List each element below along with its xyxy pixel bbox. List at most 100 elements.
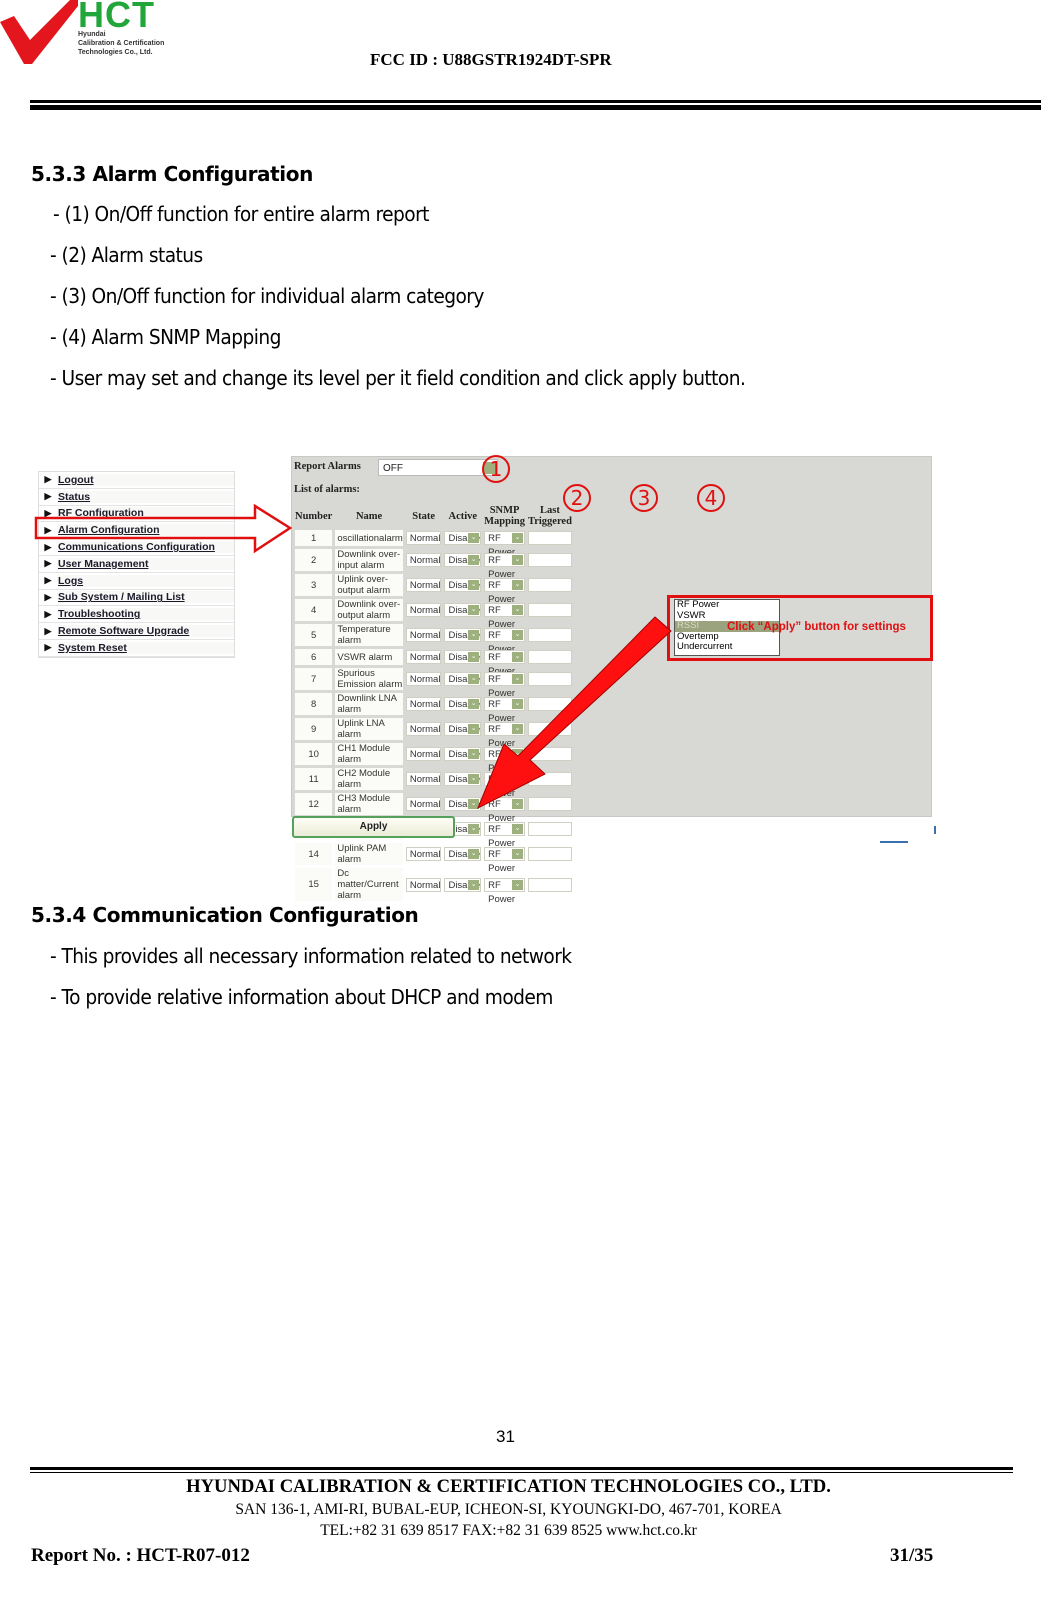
alarm-snmp-select[interactable]: RF Power⌄ xyxy=(484,797,525,824)
alarm-last-triggered-field xyxy=(527,553,572,567)
alarm-snmp-select[interactable]: RF Power⌄ xyxy=(484,877,525,905)
callout-text: Click “Apply” button for settings xyxy=(727,621,906,633)
page-number: 31 xyxy=(496,1427,515,1446)
nav-item-user-management[interactable]: ▶ User Management xyxy=(39,556,234,573)
alarm-number: 1 xyxy=(295,530,333,546)
report-number: Report No. : HCT-R07-012 xyxy=(31,1545,250,1566)
nav-item-status[interactable]: ▶ Status xyxy=(39,489,234,506)
chevron-down-icon: ⌄ xyxy=(511,605,523,615)
chevron-down-icon: ⌄ xyxy=(468,799,480,809)
alarm-active-select[interactable]: Disable ⌄ xyxy=(444,772,482,786)
chevron-down-icon: ⌄ xyxy=(511,724,523,734)
alarm-active-select[interactable]: Disable ⌄ xyxy=(444,672,482,686)
nav-item-communications-configuration[interactable]: ▶ Communications Configuration xyxy=(39,539,234,556)
alarm-snmp-select[interactable]: RF Power⌄ xyxy=(484,553,525,580)
corner-mark xyxy=(880,826,936,843)
nav-item-sub-system[interactable]: ▶ Sub System / Mailing List xyxy=(39,590,234,607)
col-last-triggered: Last Triggered xyxy=(527,505,572,527)
alarm-last-triggered-field xyxy=(527,797,572,811)
table-row: 3 Uplink over-output alarm Normal Disable ⌄ R… xyxy=(295,574,572,605)
alarm-name: CH1 Module alarm xyxy=(335,743,403,765)
alarm-name: Downlink over-output alarm xyxy=(335,599,403,621)
alarm-snmp-select[interactable]: RF Power⌄ xyxy=(484,772,525,799)
alarm-number: 10 xyxy=(295,743,333,765)
alarm-state-field: Normal xyxy=(405,747,442,761)
alarm-name: Dc matter/Current alarm xyxy=(335,868,403,901)
alarm-name: VSWR alarm xyxy=(335,649,403,665)
alarm-name: Uplink PAM alarm xyxy=(335,843,403,865)
alarm-state-field: Normal xyxy=(405,722,442,736)
section-533-item: - (2) Alarm status xyxy=(50,243,203,267)
alarm-snmp-select[interactable]: RF Power⌄ xyxy=(484,603,525,630)
alarm-active-select[interactable]: Disable ⌄ xyxy=(444,650,482,664)
table-row: 14 Uplink PAM alarm Normal Disable ⌄ RF Power… xyxy=(295,843,572,874)
hct-logo: HCT Hyundai Calibration & Certification … xyxy=(0,0,185,70)
triangle-right-icon: ▶ xyxy=(44,642,52,653)
alarm-snmp-select[interactable]: RF Power⌄ xyxy=(484,847,525,874)
alarm-active-select[interactable]: Disable ⌄ xyxy=(444,578,482,592)
nav-item-rf-configuration[interactable]: ▶ RF Configuration xyxy=(39,506,234,523)
chevron-down-icon: ⌄ xyxy=(468,605,480,615)
triangle-right-icon: ▶ xyxy=(44,541,52,552)
alarm-snmp-select[interactable]: RF Power⌄ xyxy=(484,578,525,605)
apply-button[interactable]: Apply xyxy=(292,816,455,838)
alarm-last-triggered-field xyxy=(527,772,572,786)
alarm-active-select[interactable]: Disable ⌄ xyxy=(444,603,482,617)
chevron-down-icon: ⌄ xyxy=(511,580,523,590)
nav-item-system-reset[interactable]: ▶ System Reset xyxy=(39,640,234,657)
alarm-snmp-select[interactable]: RF Power⌄ xyxy=(484,628,525,655)
chevron-down-icon: ⌄ xyxy=(511,699,523,709)
table-row: 9 Uplink LNA alarm Normal Disable ⌄ RF Power ⌄ xyxy=(295,718,572,749)
alarm-active-select[interactable]: Disable ⌄ xyxy=(444,797,482,811)
nav-item-remote-software-upgrade[interactable]: ▶ Remote Software Upgrade xyxy=(39,623,234,640)
section-534-title: 5.3.4 Communication Configuration xyxy=(31,903,419,927)
alarm-snmp-select[interactable]: RF Power⌄ xyxy=(484,822,525,849)
table-row: 12 CH3 Module alarm Normal Disable ⌄ RF Power… xyxy=(295,793,572,824)
table-row: 4 Downlink over-output alarm Normal Disable… xyxy=(295,599,572,630)
alarm-active-select[interactable]: Disable ⌄ xyxy=(444,628,482,642)
alarm-last-triggered-field xyxy=(527,531,572,545)
chevron-down-icon: ⌄ xyxy=(468,630,480,640)
alarm-name: CH3 Module alarm xyxy=(335,793,403,815)
alarm-state-field: Normal xyxy=(405,877,442,892)
alarm-snmp-select[interactable]: RF Power⌄ xyxy=(484,650,525,677)
alarm-number: 12 xyxy=(295,793,333,815)
chevron-down-icon: ⌄ xyxy=(511,749,523,759)
list-of-alarms-label: List of alarms: xyxy=(294,484,360,495)
alarm-active-select[interactable]: Disable ⌄ xyxy=(444,722,482,736)
alarm-active-select[interactable]: Disable ⌄ xyxy=(444,847,482,861)
alarm-active-select[interactable]: Disable ⌄ xyxy=(444,531,482,545)
report-alarms-select[interactable]: OFF xyxy=(378,459,498,476)
nav-item-logs[interactable]: ▶ Logs xyxy=(39,573,234,590)
alarm-active-select[interactable]: Disable ⌄ xyxy=(444,877,482,892)
section-534-item: - To provide relative information about … xyxy=(50,985,553,1009)
nav-item-alarm-configuration[interactable]: ▶ Alarm Configuration xyxy=(39,522,234,540)
chevron-down-icon: ⌄ xyxy=(468,580,480,590)
triangle-right-icon: ▶ xyxy=(44,591,52,602)
alarm-active-select[interactable]: Disable ⌄ xyxy=(444,553,482,567)
alarm-last-triggered-field xyxy=(527,650,572,664)
alarm-number: 11 xyxy=(295,768,333,790)
table-row: 5Temperature alarmNormalDisable⌄RF Power… xyxy=(295,624,572,655)
alarm-active-select[interactable]: Disable ⌄ xyxy=(444,697,482,711)
alarm-snmp-select[interactable]: RF Power⌄ xyxy=(484,747,525,774)
chevron-down-icon: ⌄ xyxy=(468,824,480,834)
table-row: 2 Downlink over-input alarm Normal Disable ⌄… xyxy=(295,549,572,580)
alarm-snmp-select[interactable]: RF Power⌄ xyxy=(484,722,525,749)
alarm-snmp-select[interactable]: RF Power⌄ xyxy=(484,697,525,724)
table-row: 6VSWR alarmNormalDisable⌄RF Power⌄ xyxy=(295,649,572,677)
alarm-snmp-select[interactable]: RF Power⌄ xyxy=(484,531,525,558)
alarms-table: Number Name State Active SNMP Mapping La… xyxy=(292,502,575,905)
sidebar-nav: ▶ Logout ▶ Status ▶ RF Configuration ▶ Alarm… xyxy=(38,471,235,658)
col-active: Active xyxy=(444,505,482,527)
chevron-down-icon: ⌄ xyxy=(511,555,523,565)
alarm-state-field: Normal xyxy=(405,603,442,617)
alarm-name: oscillationalarm xyxy=(335,530,403,546)
nav-item-logout[interactable]: ▶ Logout xyxy=(39,472,234,489)
nav-item-troubleshooting[interactable]: ▶ Troubleshooting xyxy=(39,606,234,624)
alarm-active-select[interactable]: Disable ⌄ xyxy=(444,747,482,761)
chevron-down-icon: ⌄ xyxy=(468,724,480,734)
alarm-state-field: Normal xyxy=(405,650,442,664)
header-rule xyxy=(30,100,1041,103)
alarm-snmp-select[interactable]: RF Power⌄ xyxy=(484,672,525,699)
